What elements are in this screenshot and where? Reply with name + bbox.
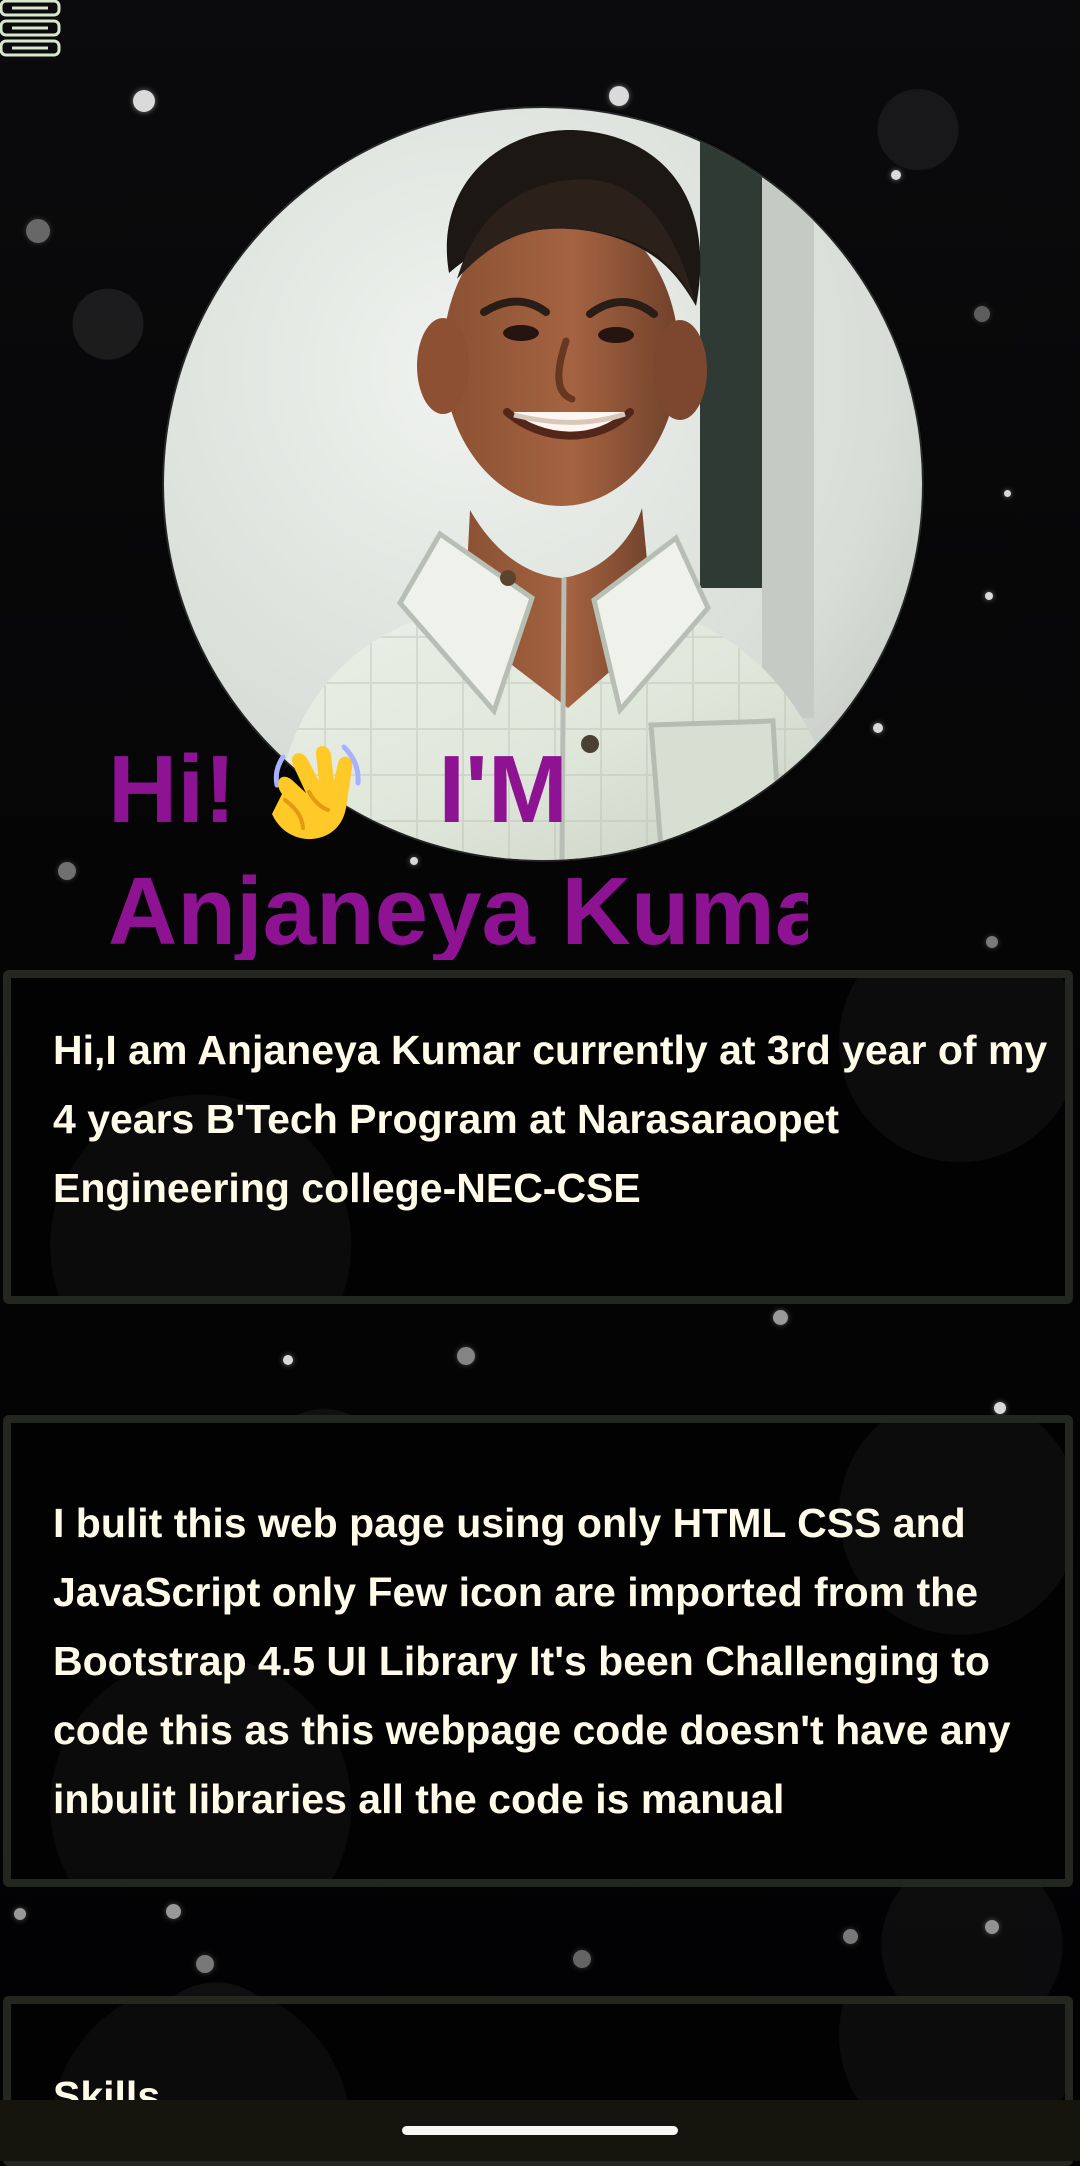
star [58, 862, 76, 880]
menu-icon[interactable] [0, 0, 62, 58]
greeting-im: I'M [438, 736, 568, 843]
waving-hand-icon [259, 738, 364, 842]
star [283, 1355, 293, 1365]
star [891, 170, 901, 180]
star [773, 1310, 788, 1325]
star [985, 592, 993, 600]
star [986, 936, 998, 948]
star [985, 1920, 999, 1934]
star [994, 1402, 1006, 1414]
star [196, 1955, 214, 1973]
star [573, 1950, 591, 1968]
home-indicator[interactable] [402, 2126, 678, 2135]
star [873, 723, 883, 733]
star [974, 306, 990, 322]
star [609, 86, 629, 106]
star [133, 90, 155, 112]
star [26, 219, 50, 243]
hero-greeting: Hi! I'M [108, 738, 568, 842]
star [14, 1908, 26, 1920]
star [1004, 490, 1011, 497]
webpage-info-card: I bulit this web page using only HTML CS… [3, 1415, 1073, 1887]
hero-name: Anjaneya Kuma [108, 864, 808, 960]
system-navigation-bar [0, 2100, 1080, 2161]
about-text: Hi,I am Anjaneya Kumar currently at 3rd … [53, 1027, 1048, 1211]
star [843, 1929, 858, 1944]
greeting-hi: Hi! [108, 736, 236, 843]
star [166, 1904, 181, 1919]
star [457, 1347, 475, 1365]
about-card: Hi,I am Anjaneya Kumar currently at 3rd … [3, 970, 1073, 1304]
webpage-info-text: I bulit this web page using only HTML CS… [53, 1500, 1011, 1822]
